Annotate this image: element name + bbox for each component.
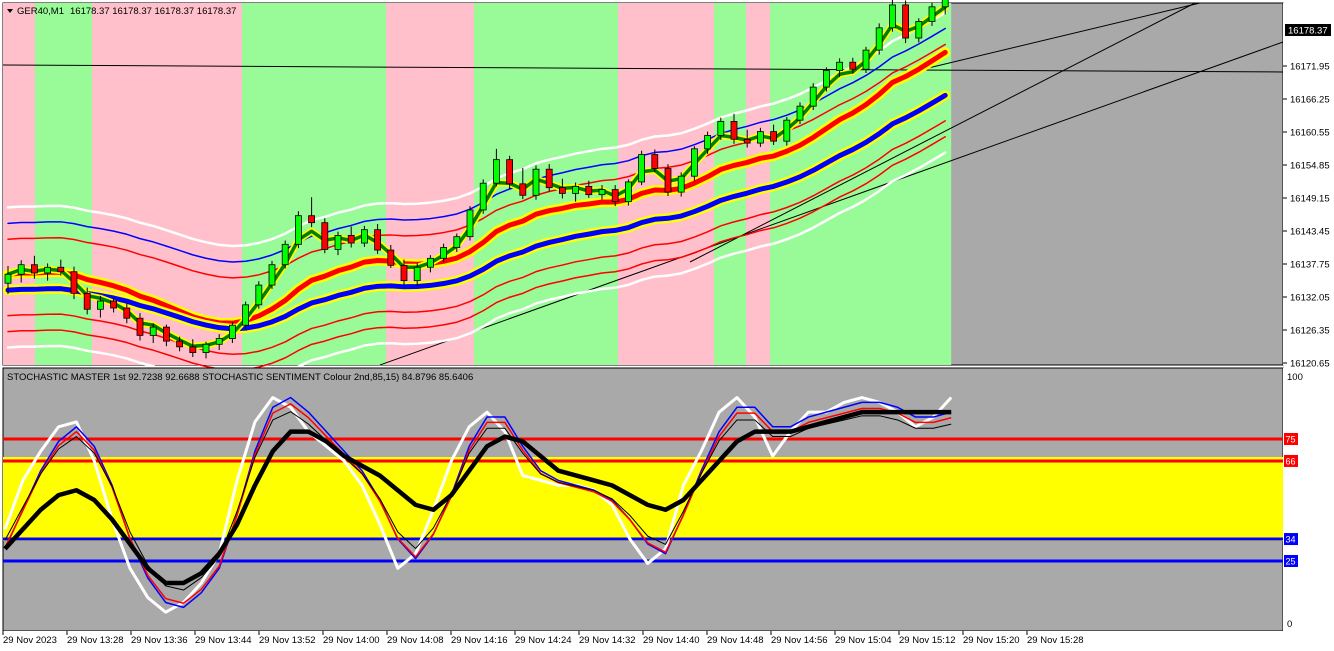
price-label: 16149.15 xyxy=(1290,194,1330,205)
time-label: 29 Nov 13:28 xyxy=(67,635,124,646)
candle xyxy=(691,146,698,181)
time-label: 29 Nov 13:36 xyxy=(131,635,188,646)
time-label: 29 Nov 14:48 xyxy=(707,635,764,646)
symbol-label: GER40,M1 xyxy=(17,6,64,17)
candle xyxy=(321,218,329,254)
level-tag: 75 xyxy=(1286,435,1296,445)
price-axis[interactable] xyxy=(1283,3,1334,365)
candle xyxy=(625,179,632,206)
price-label: 16171.95 xyxy=(1290,62,1330,73)
bear-zone xyxy=(3,3,35,365)
main-chart-header: GER40,M1 16178.37 16178.37 16178.37 1617… xyxy=(7,6,236,17)
trading-chart[interactable]: GER40,M1 16178.37 16178.37 16178.37 1617… xyxy=(0,0,1334,651)
current-price-tag: 16178.37 xyxy=(1285,24,1331,37)
stochastic-neutral-zone xyxy=(3,457,1283,541)
indicator-axis-bottom: 0 xyxy=(1287,619,1292,630)
level-tag: 66 xyxy=(1286,456,1296,466)
time-label: 29 Nov 14:08 xyxy=(387,635,444,646)
ohlc-label: 16178.37 16178.37 16178.37 16178.37 xyxy=(70,6,236,17)
candle xyxy=(889,0,896,32)
price-label: 16143.45 xyxy=(1290,227,1330,238)
candle xyxy=(862,46,870,74)
indicator-header: STOCHASTIC MASTER 1st 92.7238 92.6688 ST… xyxy=(7,372,473,383)
candle xyxy=(902,0,909,44)
time-label: 29 Nov 15:20 xyxy=(963,635,1020,646)
level-tag: 34 xyxy=(1286,535,1296,545)
time-label: 29 Nov 15:12 xyxy=(899,635,956,646)
candle xyxy=(638,150,645,186)
price-label: 16132.05 xyxy=(1290,293,1330,304)
candle xyxy=(294,211,302,249)
price-label: 16120.65 xyxy=(1290,359,1330,370)
candle xyxy=(479,179,487,214)
time-label: 29 Nov 15:04 xyxy=(835,635,892,646)
time-label: 29 Nov 2023 xyxy=(3,635,57,646)
candle xyxy=(242,301,250,330)
time-label: 29 Nov 14:24 xyxy=(515,635,572,646)
price-label: 16166.25 xyxy=(1290,95,1330,106)
bull-zone xyxy=(714,3,746,365)
time-label: 29 Nov 14:56 xyxy=(771,635,828,646)
price-label: 16126.35 xyxy=(1290,326,1330,337)
time-label: 29 Nov 14:00 xyxy=(323,635,380,646)
candle xyxy=(506,155,514,189)
candle xyxy=(281,240,289,269)
candle xyxy=(664,164,672,196)
indicator-axis xyxy=(1283,368,1334,631)
candle xyxy=(268,260,276,289)
time-label: 29 Nov 14:16 xyxy=(451,635,508,646)
price-label: 16160.55 xyxy=(1290,128,1330,139)
candle xyxy=(875,23,883,55)
candle xyxy=(783,116,791,146)
candle xyxy=(809,83,817,110)
candle xyxy=(532,165,540,200)
price-label: 16137.75 xyxy=(1290,260,1330,271)
time-label: 29 Nov 14:40 xyxy=(643,635,700,646)
bull-zone xyxy=(35,3,92,365)
time-label: 29 Nov 13:44 xyxy=(195,635,252,646)
indicator-axis-top: 100 xyxy=(1287,372,1303,383)
price-label: 16154.85 xyxy=(1290,161,1330,172)
time-label: 29 Nov 14:32 xyxy=(579,635,636,646)
time-label: 29 Nov 13:52 xyxy=(259,635,316,646)
candle xyxy=(466,206,474,241)
current-price-label: 16178.37 xyxy=(1288,26,1328,37)
level-tag: 25 xyxy=(1286,557,1296,567)
time-label: 29 Nov 15:28 xyxy=(1027,635,1084,646)
candle xyxy=(255,281,263,309)
